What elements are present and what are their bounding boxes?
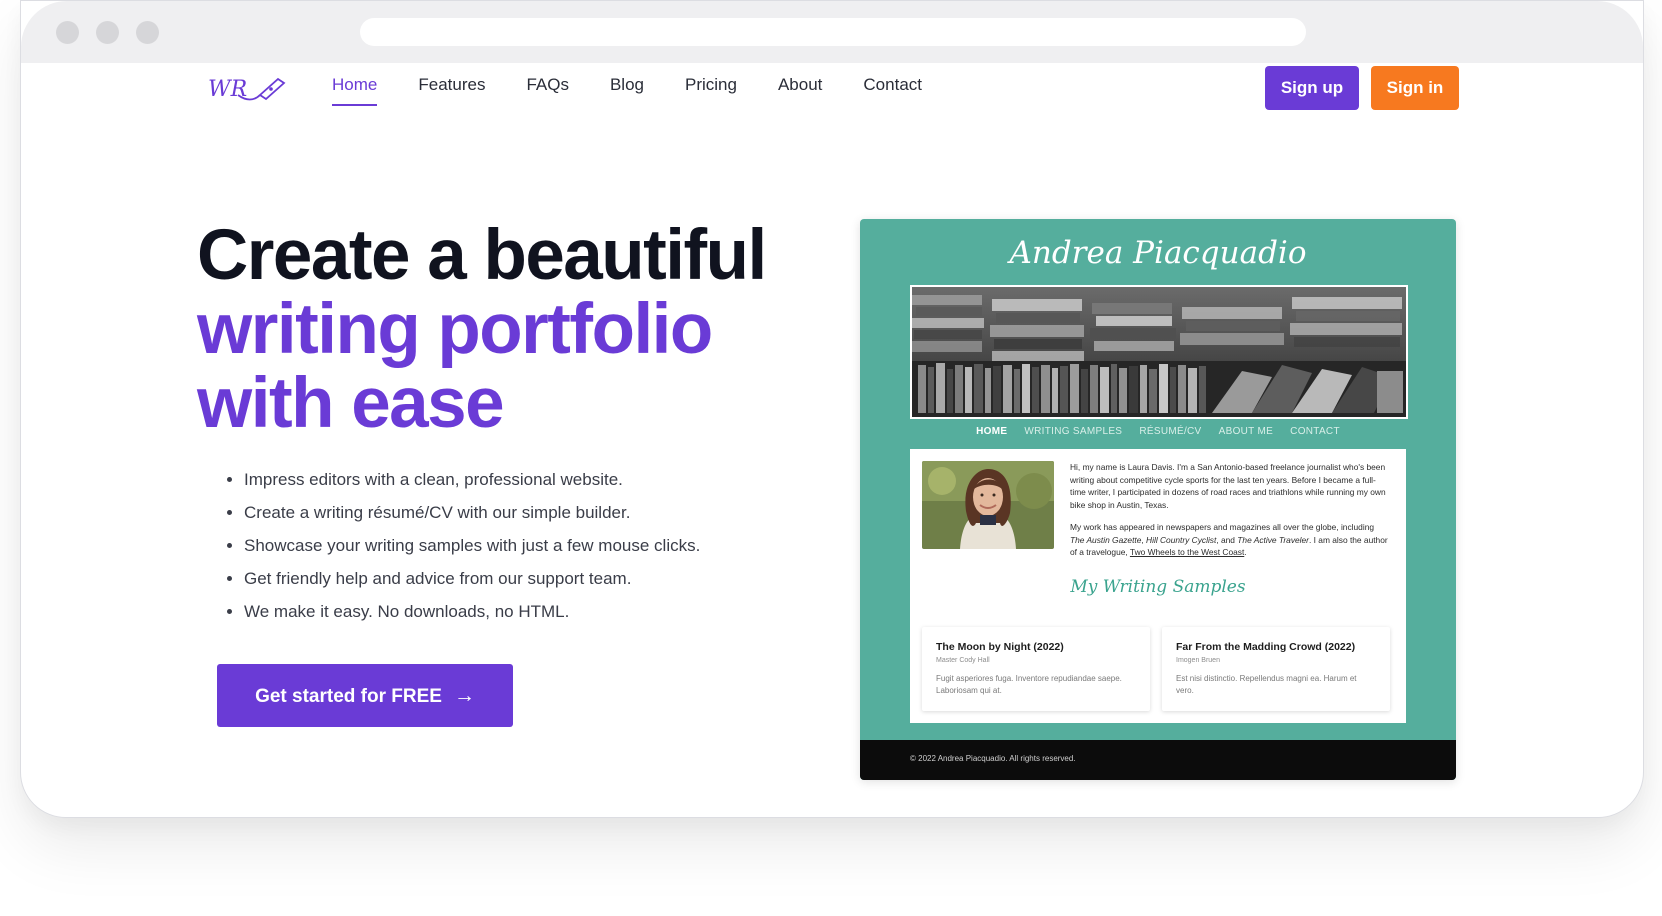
hero-title-line-3: with ease bbox=[197, 364, 505, 443]
sample-excerpt: Est nisi distinctio. Repellendus magni e… bbox=[1176, 674, 1357, 695]
address-bar[interactable] bbox=[360, 18, 1306, 46]
feature-item: Showcase your writing samples with just … bbox=[244, 529, 700, 562]
preview-nav-home[interactable]: HOME bbox=[976, 426, 1007, 437]
window-minimize-dot[interactable] bbox=[96, 21, 119, 44]
author-photo bbox=[922, 461, 1054, 549]
sample-excerpt: Fugit asperiores fuga. Inventore repudia… bbox=[936, 674, 1122, 695]
bookshelf-banner-image bbox=[910, 285, 1408, 419]
nav-features[interactable]: Features bbox=[418, 75, 485, 106]
main-nav: Home Features FAQs Blog Pricing About Co… bbox=[332, 75, 963, 106]
preview-nav-resume[interactable]: RÉSUMÉ/CV bbox=[1139, 426, 1201, 437]
browser-window: WR Home Features FAQs Blog Pricing About… bbox=[20, 0, 1644, 818]
travelogue-link[interactable]: Two Wheels to the West Coast bbox=[1130, 547, 1244, 557]
nav-about[interactable]: About bbox=[778, 75, 822, 106]
get-started-label: Get started for FREE bbox=[255, 686, 442, 707]
nav-blog[interactable]: Blog bbox=[610, 75, 644, 106]
sign-up-button[interactable]: Sign up bbox=[1265, 66, 1359, 110]
feature-item: Create a writing résumé/CV with our simp… bbox=[244, 496, 700, 529]
sign-in-button[interactable]: Sign in bbox=[1371, 66, 1459, 110]
feature-item: Impress editors with a clean, profession… bbox=[244, 463, 700, 496]
preview-nav-about[interactable]: ABOUT ME bbox=[1219, 426, 1273, 437]
preview-nav: HOME WRITING SAMPLES RÉSUMÉ/CV ABOUT ME … bbox=[860, 426, 1456, 437]
sample-title: Far From the Madding Crowd (2022) bbox=[1176, 641, 1356, 653]
svg-text:WR: WR bbox=[208, 77, 247, 102]
nav-pricing[interactable]: Pricing bbox=[685, 75, 737, 106]
nav-home[interactable]: Home bbox=[332, 75, 378, 106]
logo-pen-nib-icon[interactable]: WR bbox=[204, 71, 290, 107]
hero-title: Create a beautiful writing portfolio wit… bbox=[197, 216, 767, 443]
author-bio: Hi, my name is Laura Davis. I'm a San An… bbox=[1070, 461, 1390, 569]
preview-site-name: Andrea Piacquadio bbox=[1009, 235, 1307, 271]
sample-author: Imogen Bruen bbox=[1176, 657, 1220, 664]
feature-list: Impress editors with a clean, profession… bbox=[226, 463, 700, 628]
bio-paragraph-1: Hi, my name is Laura Davis. I'm a San An… bbox=[1070, 462, 1386, 510]
preview-footer: © 2022 Andrea Piacquadio. All rights res… bbox=[860, 740, 1456, 780]
bio-paragraph-2: My work has appeared in newspapers and m… bbox=[1070, 522, 1388, 557]
hero-title-line-2: writing portfolio bbox=[197, 290, 713, 369]
window-maximize-dot[interactable] bbox=[136, 21, 159, 44]
window-close-dot[interactable] bbox=[56, 21, 79, 44]
preview-copyright: © 2022 Andrea Piacquadio. All rights res… bbox=[910, 754, 1076, 763]
nav-contact[interactable]: Contact bbox=[863, 75, 922, 106]
arrow-right-icon: → bbox=[453, 684, 475, 707]
get-started-button[interactable]: Get started for FREE → bbox=[217, 664, 513, 727]
hero-title-line-1: Create a beautiful bbox=[197, 216, 767, 295]
writing-sample-card[interactable]: Far From the Madding Crowd (2022) Imogen… bbox=[1162, 627, 1390, 711]
nav-faqs[interactable]: FAQs bbox=[526, 75, 569, 106]
sample-title: The Moon by Night (2022) bbox=[936, 641, 1064, 653]
preview-nav-writing-samples[interactable]: WRITING SAMPLES bbox=[1024, 426, 1122, 437]
preview-content-card: Hi, my name is Laura Davis. I'm a San An… bbox=[910, 449, 1406, 723]
feature-item: Get friendly help and advice from our su… bbox=[244, 562, 700, 595]
browser-chrome bbox=[21, 1, 1643, 63]
portfolio-preview: Andrea Piacquadio HOME WRITING SAMPLES R… bbox=[860, 219, 1456, 780]
feature-item: We make it easy. No downloads, no HTML. bbox=[244, 595, 700, 628]
writing-samples-heading: My Writing Samples bbox=[1070, 577, 1246, 597]
sample-author: Master Cody Hall bbox=[936, 657, 990, 664]
preview-nav-contact[interactable]: CONTACT bbox=[1290, 426, 1340, 437]
writing-sample-card[interactable]: The Moon by Night (2022) Master Cody Hal… bbox=[922, 627, 1150, 711]
